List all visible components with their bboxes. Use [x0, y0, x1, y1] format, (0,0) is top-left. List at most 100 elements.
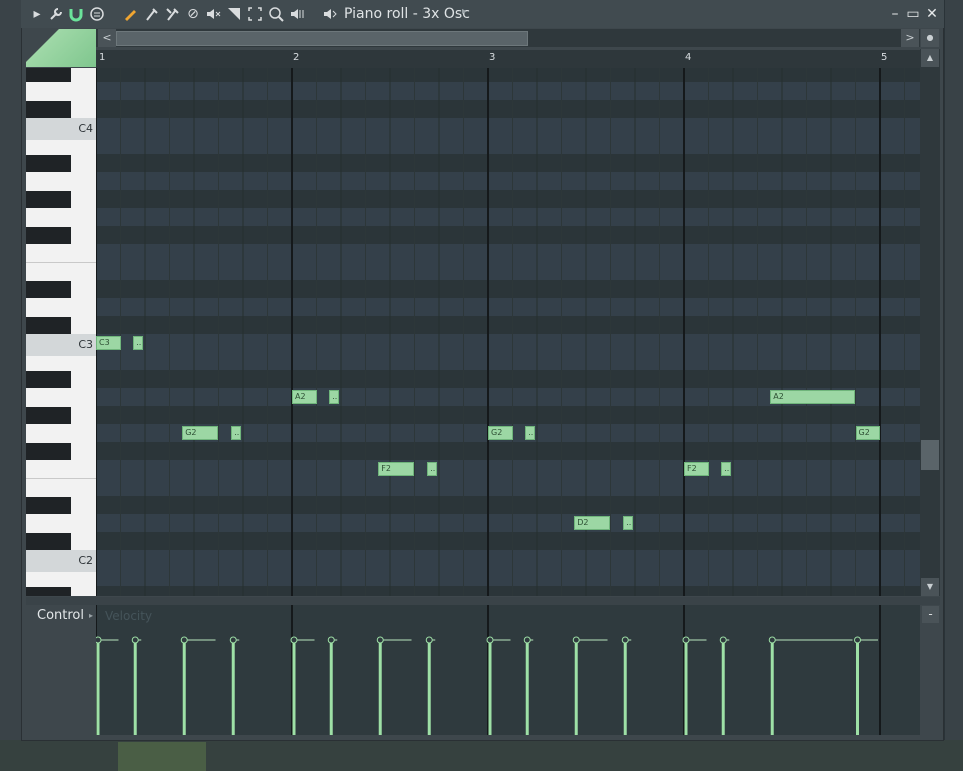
- velocity-handle: [621, 636, 629, 644]
- note-A2-14[interactable]: A2: [770, 390, 855, 404]
- grid-row: [96, 442, 920, 460]
- black-key[interactable]: [26, 155, 71, 172]
- velocity-handle: [719, 636, 727, 644]
- black-key[interactable]: [26, 68, 71, 82]
- collapse-control-button[interactable]: -: [922, 606, 939, 623]
- grid-row: [96, 244, 920, 262]
- background-app-right: [945, 0, 963, 771]
- horizontal-scroll-thumb[interactable]: [116, 31, 528, 46]
- menu-arrow-icon[interactable]: ▸: [29, 6, 45, 22]
- note-G2-8[interactable]: G2: [488, 426, 513, 440]
- wrench-icon[interactable]: [48, 6, 64, 22]
- octave-label-c2-key[interactable]: C2: [26, 550, 96, 572]
- grid-row: [96, 100, 920, 118]
- stamp-icon[interactable]: [89, 6, 105, 22]
- black-key[interactable]: [26, 227, 71, 244]
- note-extext-9[interactable]: ..: [525, 426, 536, 440]
- bar-label-5: 5: [881, 52, 888, 63]
- grid-row: [96, 550, 920, 568]
- black-key[interactable]: [26, 443, 71, 460]
- scroll-down-button[interactable]: ▼: [921, 578, 939, 596]
- velocity-handle: [131, 636, 139, 644]
- bar-label-3: 3: [489, 52, 496, 63]
- velocity-handle: [425, 636, 433, 644]
- paint-brush-icon[interactable]: [143, 6, 159, 22]
- scroll-right-button[interactable]: >: [901, 29, 919, 47]
- grid-row: [96, 226, 920, 244]
- vertical-scroll-thumb[interactable]: [921, 440, 939, 470]
- black-key[interactable]: [26, 317, 71, 334]
- black-key[interactable]: [26, 497, 71, 514]
- black-key[interactable]: [26, 101, 71, 118]
- grid-row: [96, 532, 920, 550]
- pencil-icon[interactable]: [122, 6, 138, 22]
- note-extext-3[interactable]: ..: [231, 426, 242, 440]
- select-icon[interactable]: [247, 6, 263, 22]
- black-key[interactable]: [26, 281, 71, 298]
- grid-row: [96, 352, 920, 370]
- note-extext-13[interactable]: ..: [721, 462, 732, 476]
- note-F2-12[interactable]: F2: [684, 462, 709, 476]
- slice-icon[interactable]: [226, 6, 242, 22]
- playback-icon[interactable]: [289, 6, 305, 22]
- note-G2-2[interactable]: G2: [182, 426, 218, 440]
- scroll-up-button[interactable]: ▲: [921, 49, 939, 67]
- scroll-left-button[interactable]: <: [98, 29, 116, 47]
- grid-row: [96, 280, 920, 298]
- note-A2-4[interactable]: A2: [292, 390, 317, 404]
- speaker-mute-icon[interactable]: [205, 6, 221, 22]
- black-key[interactable]: [26, 191, 71, 208]
- note-properties-tab[interactable]: [26, 29, 96, 67]
- note-extext-11[interactable]: ..: [623, 516, 634, 530]
- note-C3-0[interactable]: C3: [96, 336, 121, 350]
- black-key[interactable]: [26, 533, 71, 550]
- zoom-icon[interactable]: [268, 6, 284, 22]
- maximize-button[interactable]: ▭: [905, 6, 921, 22]
- grid-row: [96, 316, 920, 334]
- window-options-button[interactable]: ●: [921, 29, 939, 47]
- black-key[interactable]: [26, 407, 71, 424]
- vertical-scrollbar[interactable]: [920, 49, 940, 596]
- white-key-divider: [26, 478, 96, 479]
- title-bar[interactable]: ▸ ⊘: [21, 0, 944, 28]
- bar-label-4: 4: [685, 52, 692, 63]
- velocity-handle: [572, 636, 580, 644]
- bar-label-1: 1: [99, 52, 106, 63]
- octave-label-c3-key[interactable]: C3: [26, 334, 96, 356]
- grid-row: [96, 514, 920, 532]
- note-extext-1[interactable]: ..: [133, 336, 144, 350]
- octave-label-c2: C2: [78, 554, 93, 567]
- mute-icon[interactable]: ⊘: [185, 6, 201, 22]
- note-D2-10[interactable]: D2: [574, 516, 610, 530]
- grid-row: [96, 172, 920, 190]
- grid-row: [96, 568, 920, 586]
- note-grid[interactable]: C3.. G2.. A2.. F2.. G2.. D2.. F2.. A2 G2: [96, 68, 920, 596]
- grid-row: [96, 460, 920, 478]
- minimize-button[interactable]: –: [887, 6, 903, 22]
- panel-divider[interactable]: [26, 597, 940, 605]
- black-key[interactable]: [26, 587, 71, 596]
- velocity-lane[interactable]: [94, 605, 920, 735]
- grid-row: [96, 208, 920, 226]
- note-extext-7[interactable]: ..: [427, 462, 438, 476]
- timeline-ruler[interactable]: [96, 50, 920, 68]
- grid-row: [96, 262, 920, 280]
- piano-keyboard[interactable]: C4 C3 C2: [26, 68, 96, 596]
- note-G2-15[interactable]: G2: [855, 426, 880, 440]
- magnet-icon[interactable]: [68, 6, 84, 22]
- delete-icon[interactable]: [164, 6, 180, 22]
- speaker-icon[interactable]: [322, 6, 338, 22]
- grid-row: [96, 154, 920, 172]
- control-arrow-icon[interactable]: ▸: [89, 611, 93, 620]
- velocity-handle: [327, 636, 335, 644]
- close-button[interactable]: ✕: [924, 6, 940, 22]
- bar-label-2: 2: [293, 52, 300, 63]
- grid-row: [96, 496, 920, 514]
- note-F2-6[interactable]: F2: [378, 462, 414, 476]
- black-key[interactable]: [26, 371, 71, 388]
- window-title[interactable]: Piano roll - 3x Osc: [344, 5, 470, 23]
- octave-label-c4-key[interactable]: C4: [26, 118, 96, 140]
- note-extext-5[interactable]: ..: [329, 390, 340, 404]
- control-label[interactable]: Control: [37, 608, 84, 623]
- title-menu-arrow[interactable]: ▸: [462, 6, 467, 17]
